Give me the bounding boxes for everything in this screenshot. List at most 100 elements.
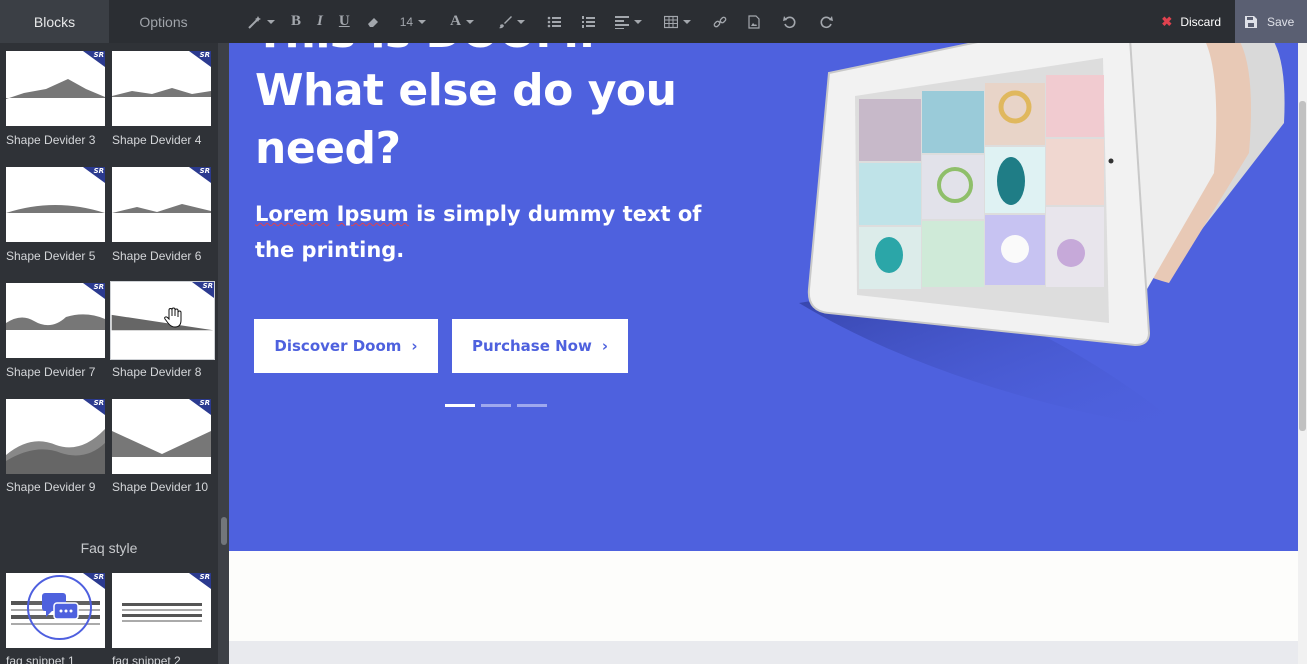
sr-badge-text: SR: [93, 167, 104, 175]
sr-badge-text: SR: [93, 51, 104, 59]
discard-button[interactable]: ✖ Discard: [1147, 0, 1235, 43]
magic-wand-icon: [248, 15, 261, 29]
snippet-thumb-shape-divider-6[interactable]: SR: [112, 167, 211, 242]
bold-button[interactable]: B: [283, 0, 309, 43]
sr-badge-text: SR: [199, 51, 210, 59]
link-icon: [713, 16, 727, 27]
table-dropdown[interactable]: [652, 0, 703, 43]
chat-icon: [41, 592, 79, 620]
chevron-down-icon: [682, 19, 691, 24]
tablet-illustration: [799, 43, 1285, 433]
snippet-label: Shape Devider 5: [6, 249, 96, 263]
image-icon: [748, 14, 760, 29]
snippet-thumb-shape-divider-10[interactable]: SR: [112, 399, 211, 474]
chevron-down-icon: [418, 19, 427, 24]
redo-button[interactable]: [809, 0, 843, 43]
numbered-list-button[interactable]: [571, 0, 605, 43]
snippets-sidebar: SR Shape Devider 3 SR Shape Devider 4 SR…: [0, 43, 218, 664]
scrollbar-thumb[interactable]: [1299, 101, 1306, 431]
tab-options[interactable]: Options: [109, 0, 218, 43]
link-button[interactable]: [703, 0, 737, 43]
image-button[interactable]: [737, 0, 771, 43]
underline-icon: U: [338, 13, 350, 29]
sr-badge-text: SR: [202, 282, 213, 290]
font-size-dropdown[interactable]: 14: [388, 0, 438, 43]
snippet-thumb-shape-divider-3[interactable]: SR: [6, 51, 105, 126]
italic-icon: I: [317, 13, 323, 29]
hero-title[interactable]: This is DOOM. What else do you need?: [255, 43, 725, 178]
discover-doom-button[interactable]: Discover Doom ›: [254, 319, 438, 373]
next-section-strip: [229, 641, 1298, 664]
sr-badge-text: SR: [199, 167, 210, 175]
chevron-down-icon: [267, 19, 275, 24]
magic-wand-dropdown[interactable]: [240, 0, 283, 43]
snippet-label: Shape Devider 4: [112, 133, 202, 147]
editor-toolbar: Blocks Options B I U 14 A ✖ Discard Save: [0, 0, 1307, 43]
italic-button[interactable]: I: [309, 0, 331, 43]
discard-label: Discard: [1180, 14, 1221, 29]
chevron-down-icon: [465, 19, 474, 24]
chevron-down-icon: [633, 19, 642, 24]
chevron-right-icon: ›: [601, 337, 608, 355]
snippet-label: Shape Devider 8: [112, 365, 202, 379]
sr-badge-text: SR: [199, 573, 210, 581]
hero-title-line: What else do you: [255, 65, 677, 116]
scrollbar-thumb[interactable]: [221, 517, 227, 545]
floppy-disk-icon: [1245, 15, 1257, 28]
carousel-dot[interactable]: [481, 404, 511, 407]
snippet-label: Shape Devider 10: [112, 480, 209, 494]
snippet-thumb-shape-divider-8[interactable]: SR: [110, 281, 215, 360]
chevron-down-icon: [516, 19, 525, 24]
font-color-dropdown[interactable]: A: [438, 0, 486, 43]
bullet-list-button[interactable]: [537, 0, 571, 43]
undo-icon: [782, 15, 796, 28]
hero-title-line: This is DOOM.: [255, 43, 725, 62]
background-color-dropdown[interactable]: [486, 0, 537, 43]
hand-cursor-icon: [164, 307, 182, 328]
canvas-scrollbar[interactable]: [1298, 43, 1307, 664]
panel-tabs: Blocks Options: [0, 0, 218, 43]
undo-button[interactable]: [771, 0, 809, 43]
font-size-value: 14: [399, 14, 414, 29]
snippet-label: Shape Devider 3: [6, 133, 96, 147]
purchase-now-button[interactable]: Purchase Now ›: [452, 319, 628, 373]
align-icon: [614, 15, 629, 29]
table-icon: [663, 15, 678, 28]
save-actions: ✖ Discard Save: [1147, 0, 1307, 43]
bold-icon: B: [291, 13, 302, 29]
button-label: Purchase Now: [472, 337, 592, 355]
sr-badge-text: SR: [93, 399, 104, 407]
bullet-list-icon: [547, 16, 561, 27]
clear-format-button[interactable]: [358, 0, 388, 43]
save-button[interactable]: Save: [1235, 0, 1307, 43]
snippet-thumb-shape-divider-4[interactable]: SR: [112, 51, 211, 126]
button-label: Discover Doom: [274, 337, 402, 355]
carousel-dot[interactable]: [517, 404, 547, 407]
carousel-dot[interactable]: [445, 404, 475, 407]
eraser-icon: [367, 17, 378, 27]
snippet-label: Shape Devider 9: [6, 480, 96, 494]
hero-title-line: need?: [255, 123, 401, 174]
underline-button[interactable]: U: [331, 0, 358, 43]
paint-brush-icon: [498, 15, 512, 28]
sr-badge-text: SR: [93, 283, 104, 291]
snippet-label: faq snippet 1: [6, 654, 75, 664]
format-tools: B I U 14 A: [240, 0, 843, 43]
spellcheck-word: Ipsum: [336, 202, 409, 226]
sidebar-scrollbar[interactable]: [218, 43, 229, 664]
numbered-list-icon: [581, 15, 595, 28]
sr-badge-text: SR: [199, 399, 210, 407]
font-color-icon: A: [450, 13, 461, 29]
sr-badge-text: SR: [93, 573, 104, 581]
snippet-thumb-shape-divider-7[interactable]: SR: [6, 283, 105, 358]
editor-canvas: This is DOOM. What else do you need? Lor…: [229, 43, 1298, 664]
spellcheck-word: Lorem: [255, 202, 330, 226]
snippet-label: Shape Devider 6: [112, 249, 202, 263]
align-dropdown[interactable]: [605, 0, 652, 43]
chat-widget-button[interactable]: [27, 575, 92, 640]
snippet-thumb-faq-2[interactable]: SR: [112, 573, 211, 648]
tab-blocks[interactable]: Blocks: [0, 0, 109, 43]
snippet-thumb-shape-divider-5[interactable]: SR: [6, 167, 105, 242]
hero-subtitle[interactable]: Lorem Ipsum is simply dummy text of the …: [255, 196, 725, 268]
snippet-thumb-shape-divider-9[interactable]: SR: [6, 399, 105, 474]
